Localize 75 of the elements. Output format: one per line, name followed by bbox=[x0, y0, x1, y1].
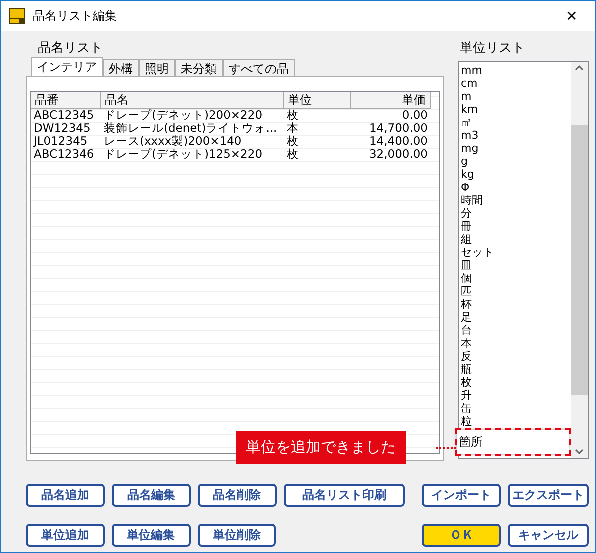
list-item[interactable]: g bbox=[459, 155, 571, 168]
action-button[interactable]: 品名削除 bbox=[198, 484, 277, 507]
action-button[interactable]: 品名追加 bbox=[26, 484, 105, 507]
action-button[interactable]: キャンセル bbox=[508, 524, 589, 547]
list-item[interactable]: 杯 bbox=[459, 298, 571, 311]
list-item[interactable]: 瓶 bbox=[459, 363, 571, 376]
list-item[interactable]: 冊 bbox=[459, 220, 571, 233]
table-cell-text: 装飾レール(denet)ライトウォ... bbox=[103, 122, 278, 135]
list-item[interactable]: 組 bbox=[459, 233, 571, 246]
list-item[interactable]: 箇所 bbox=[457, 430, 569, 454]
list-item[interactable]: 粒 bbox=[459, 415, 571, 428]
list-item[interactable]: 本 bbox=[459, 337, 571, 350]
list-item[interactable]: kg bbox=[459, 168, 571, 181]
table-cell-text: レース(xxxx製)200×140 bbox=[103, 135, 243, 148]
list-item[interactable]: 反 bbox=[459, 350, 571, 363]
tab[interactable]: 外構 bbox=[103, 59, 139, 76]
list-item[interactable]: 枚 bbox=[459, 376, 571, 389]
list-item[interactable]: cm bbox=[459, 77, 571, 90]
list-item[interactable]: 升 bbox=[459, 389, 571, 402]
table-cell-text: 14,700.00 bbox=[368, 122, 429, 135]
table-cell-text: JL012345 bbox=[32, 135, 89, 148]
list-item[interactable]: 分 bbox=[459, 207, 571, 220]
table-cell-text: ドレープ(デネット)125×220 bbox=[103, 148, 264, 161]
table-cell-text: 枚 bbox=[286, 148, 300, 161]
list-item[interactable]: セット bbox=[459, 246, 571, 259]
list-item[interactable]: 台 bbox=[459, 324, 571, 337]
close-button[interactable]: ✕ bbox=[557, 4, 587, 28]
list-item[interactable]: 皿 bbox=[459, 259, 571, 272]
list-item[interactable]: 時間 bbox=[459, 194, 571, 207]
tab[interactable]: 照明 bbox=[139, 59, 175, 76]
window-title: 品名リスト編集 bbox=[33, 8, 118, 24]
notice-callout: 単位を追加できました bbox=[236, 431, 406, 464]
table-cell-text: 0.00 bbox=[401, 109, 429, 122]
table-cell-text: 枚 bbox=[286, 135, 300, 148]
action-button[interactable]: エクスポート bbox=[508, 484, 589, 507]
action-button[interactable]: 単位削除 bbox=[198, 524, 276, 547]
leader-line bbox=[436, 447, 456, 449]
action-button[interactable]: 品名リスト印刷 bbox=[284, 484, 406, 507]
list-item[interactable]: m3 bbox=[459, 129, 571, 142]
table-cell-text: DW12345 bbox=[33, 122, 92, 135]
list-item[interactable]: ㎡ bbox=[459, 116, 571, 129]
column-header[interactable]: 単価 bbox=[351, 92, 431, 109]
action-button[interactable]: 単位追加 bbox=[26, 524, 105, 547]
list-item[interactable]: mm bbox=[459, 64, 571, 77]
column-header[interactable]: 品番 bbox=[31, 92, 101, 109]
list-item[interactable]: 足 bbox=[459, 311, 571, 324]
list-item[interactable]: 個 bbox=[459, 272, 571, 285]
ok-button[interactable]: ＯＫ bbox=[422, 524, 502, 547]
tab[interactable]: 未分類 bbox=[175, 59, 223, 76]
table-cell-text: 32,000.00 bbox=[368, 148, 429, 161]
list-item[interactable]: mg bbox=[459, 142, 571, 155]
tab[interactable]: すべての品 bbox=[223, 59, 295, 76]
table-cell-text: ABC12345 bbox=[33, 109, 96, 122]
app-icon bbox=[9, 8, 25, 24]
scroll-up-icon[interactable] bbox=[575, 65, 584, 71]
scrollbar-thumb[interactable] bbox=[571, 125, 588, 395]
list-item[interactable]: Φ bbox=[459, 181, 571, 194]
tab[interactable]: インテリア bbox=[31, 57, 103, 76]
list-item[interactable]: m bbox=[459, 90, 571, 103]
column-header[interactable]: 品名 bbox=[101, 92, 284, 109]
column-header[interactable]: 単位 bbox=[284, 92, 351, 109]
action-button[interactable]: 品名編集 bbox=[112, 484, 191, 507]
scroll-down-icon[interactable] bbox=[575, 449, 584, 455]
table-cell-text: ABC12346 bbox=[34, 148, 96, 161]
table-cell-text: 枚 bbox=[286, 109, 300, 122]
table-cell-text: 14,400.00 bbox=[368, 135, 429, 148]
group-label: 単位リスト bbox=[460, 41, 526, 57]
list-item[interactable]: km bbox=[459, 103, 571, 116]
table-cell-text: 本 bbox=[286, 122, 300, 135]
action-button[interactable]: インポート bbox=[422, 484, 502, 507]
list-item[interactable]: 缶 bbox=[459, 402, 571, 415]
action-button[interactable]: 単位編集 bbox=[112, 524, 191, 547]
table-cell-text: ドレープ(デネット)200×220 bbox=[103, 109, 264, 122]
list-item[interactable]: 匹 bbox=[459, 285, 571, 298]
group-label: 品名リスト bbox=[38, 41, 104, 57]
